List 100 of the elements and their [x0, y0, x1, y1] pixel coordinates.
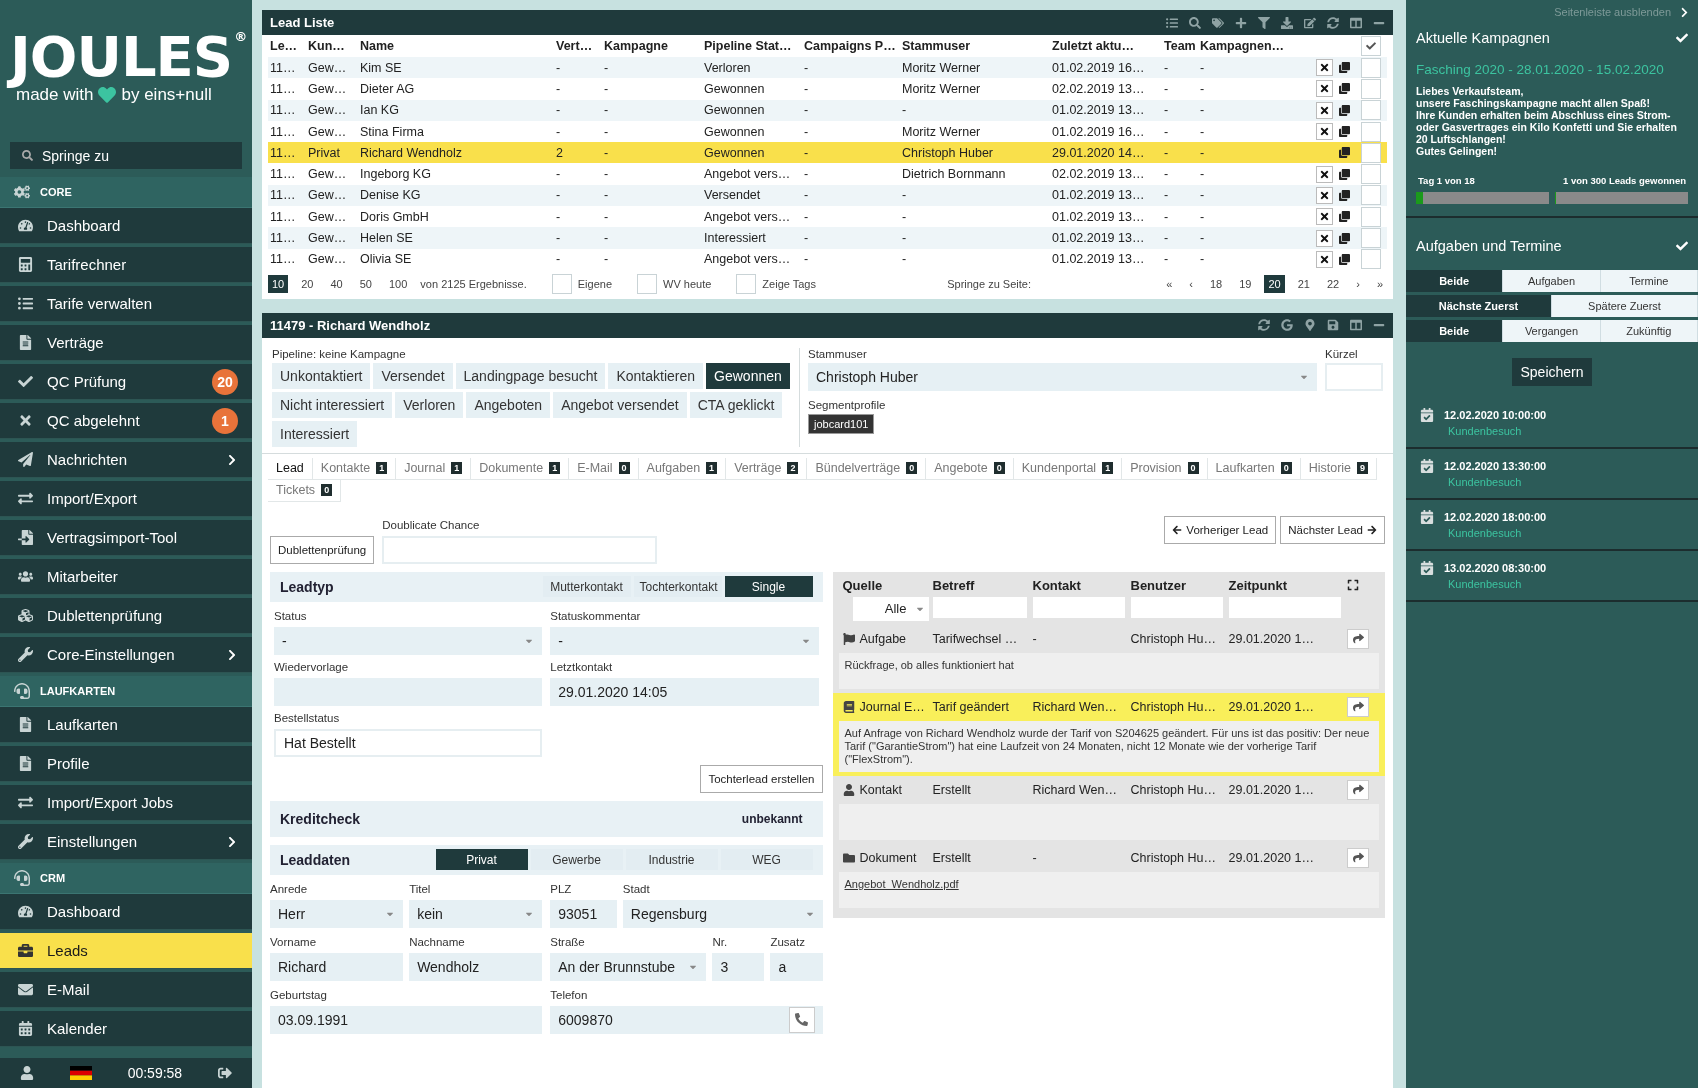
- nav-item[interactable]: Dashboard: [0, 894, 252, 930]
- pipeline-stage[interactable]: Angeboten: [466, 391, 551, 418]
- refresh-icon[interactable]: [1258, 319, 1270, 332]
- save-icon[interactable]: [1327, 319, 1339, 332]
- phone-field[interactable]: 6009870: [550, 1005, 823, 1034]
- row-checkbox[interactable]: [1361, 228, 1381, 248]
- remove-button[interactable]: [1316, 59, 1333, 77]
- column-header[interactable]: Betreff: [932, 577, 1033, 593]
- logout-icon[interactable]: [218, 1066, 232, 1080]
- segment-option[interactable]: Privat: [435, 849, 528, 871]
- pipeline-stage[interactable]: Interessiert: [272, 420, 358, 447]
- share-button[interactable]: [1347, 696, 1369, 717]
- filter-checkbox[interactable]: [736, 274, 757, 295]
- input-field[interactable]: Richard: [270, 952, 404, 981]
- column-header[interactable]: Vert…: [554, 39, 602, 53]
- nav-item[interactable]: Kalender: [0, 1011, 252, 1047]
- filter-field[interactable]: [1032, 596, 1125, 618]
- filter-checkbox[interactable]: [551, 274, 572, 295]
- remove-button[interactable]: [1316, 80, 1333, 98]
- nav-item[interactable]: QC abgelehnt 1: [0, 403, 252, 439]
- pipeline-stage[interactable]: Gewonnen: [706, 362, 790, 389]
- source-filter[interactable]: Alle: [852, 596, 929, 621]
- previous-lead-button[interactable]: Vorheriger Lead: [1164, 515, 1277, 544]
- nav-item[interactable]: Tarifrechner: [0, 247, 252, 283]
- google-icon[interactable]: [1281, 319, 1293, 332]
- search-field[interactable]: Springe zu: [10, 142, 242, 169]
- page-link[interactable]: ‹: [1185, 275, 1197, 294]
- select-field[interactable]: Christoph Huber: [808, 362, 1317, 391]
- select-field[interactable]: kein: [409, 899, 543, 928]
- tab[interactable]: Angebote 0: [926, 457, 1014, 480]
- toggle-option[interactable]: Beide: [1406, 270, 1504, 292]
- page-link[interactable]: 19: [1235, 275, 1256, 294]
- next-lead-button[interactable]: Nächster Lead: [1280, 515, 1385, 544]
- create-child-lead-button[interactable]: Tochterlead erstellen: [700, 764, 823, 793]
- expand-icon[interactable]: [1347, 579, 1359, 592]
- columns-icon[interactable]: [1350, 319, 1362, 332]
- toggle-option[interactable]: Zukünftig: [1600, 320, 1698, 342]
- filter-field[interactable]: [1228, 596, 1341, 618]
- column-header[interactable]: Team: [1162, 39, 1198, 53]
- column-header[interactable]: Kontakt: [1032, 577, 1131, 593]
- column-header[interactable]: Benutzer: [1130, 577, 1229, 593]
- input-field[interactable]: [274, 677, 543, 706]
- table-row[interactable]: 11… Gew… Ian KG - - Gewonnen - - 01.02.2019 13… - -: [268, 99, 1387, 121]
- segment-option[interactable]: Industrie: [625, 849, 718, 871]
- share-button[interactable]: [1347, 628, 1369, 649]
- nav-item[interactable]: Leads: [0, 933, 252, 969]
- pipeline-stage[interactable]: Landingpage besucht: [455, 362, 606, 389]
- journal-entry[interactable]: [832, 692, 1385, 776]
- page-link[interactable]: 18: [1205, 275, 1227, 294]
- filter-field[interactable]: [1130, 596, 1223, 618]
- save-button[interactable]: Speichern: [1512, 358, 1592, 386]
- appointment-title[interactable]: Kundenbesuch: [1444, 425, 1684, 437]
- filter-field[interactable]: [932, 596, 1027, 618]
- segment-option[interactable]: Mutterkontakt: [542, 576, 631, 598]
- page-link[interactable]: 22: [1322, 275, 1344, 294]
- segment-option[interactable]: Tochterkontakt: [633, 576, 722, 598]
- remove-button[interactable]: [1316, 186, 1333, 204]
- download-icon[interactable]: [1281, 16, 1293, 29]
- nav-item[interactable]: Import/Export Jobs: [0, 785, 252, 821]
- select-field[interactable]: Herr: [270, 899, 404, 928]
- input-field[interactable]: a: [770, 952, 823, 981]
- row-checkbox[interactable]: [1361, 206, 1381, 227]
- toggle-option[interactable]: Beide: [1406, 320, 1504, 342]
- pipeline-stage[interactable]: Nicht interessiert: [272, 391, 393, 418]
- remove-button[interactable]: [1316, 229, 1333, 247]
- column-header[interactable]: Pipeline Stat…: [702, 39, 802, 53]
- pipeline-stage[interactable]: Versendet: [373, 362, 453, 389]
- nav-item[interactable]: Profile: [0, 746, 252, 782]
- page-link[interactable]: ›: [1352, 275, 1364, 294]
- page-link[interactable]: «: [1162, 275, 1177, 294]
- tab[interactable]: Aufgaben 1: [638, 457, 727, 480]
- row-checkbox[interactable]: [1361, 185, 1381, 206]
- row-checkbox[interactable]: [1361, 142, 1381, 163]
- input-field[interactable]: 93051: [550, 899, 617, 928]
- nav-item[interactable]: Vertragsimport-Tool: [0, 520, 252, 556]
- column-header[interactable]: Stammuser: [900, 39, 1050, 53]
- toggle-option[interactable]: Nächste Zuerst: [1406, 295, 1552, 317]
- list-icon[interactable]: [1166, 16, 1178, 29]
- input-field[interactable]: Wendholz: [409, 952, 543, 981]
- column-header[interactable]: Kampagnen…: [1198, 39, 1311, 53]
- share-button[interactable]: [1347, 779, 1369, 800]
- user-icon[interactable]: [20, 1066, 34, 1080]
- row-checkbox[interactable]: [1361, 249, 1381, 270]
- column-header[interactable]: Campaigns P…: [802, 39, 900, 53]
- tab[interactable]: Lead: [268, 457, 313, 480]
- nav-item[interactable]: Laufkarten: [0, 707, 252, 743]
- row-checkbox[interactable]: [1361, 57, 1381, 78]
- refresh-icon[interactable]: [1327, 16, 1339, 29]
- nav-item[interactable]: Dublettenprüfung: [0, 598, 252, 634]
- filter-icon[interactable]: [1258, 16, 1270, 29]
- input-field[interactable]: 3: [712, 952, 765, 981]
- segment-option[interactable]: Gewerbe: [530, 849, 623, 871]
- page-size-option[interactable]: 50: [355, 275, 376, 294]
- table-row[interactable]: 11… Privat Richard Wendholz 2 - Gewonnen - Christoph Huber 29.01.2020 14… - -: [268, 142, 1387, 164]
- pipeline-stage[interactable]: Verloren: [395, 391, 464, 418]
- input-field[interactable]: 29.01.2020 14:05: [550, 677, 819, 706]
- segment-option[interactable]: WEG: [720, 849, 813, 871]
- page-link[interactable]: 21: [1293, 275, 1314, 294]
- columns-icon[interactable]: [1350, 16, 1362, 29]
- page-size-option[interactable]: 100: [385, 275, 412, 294]
